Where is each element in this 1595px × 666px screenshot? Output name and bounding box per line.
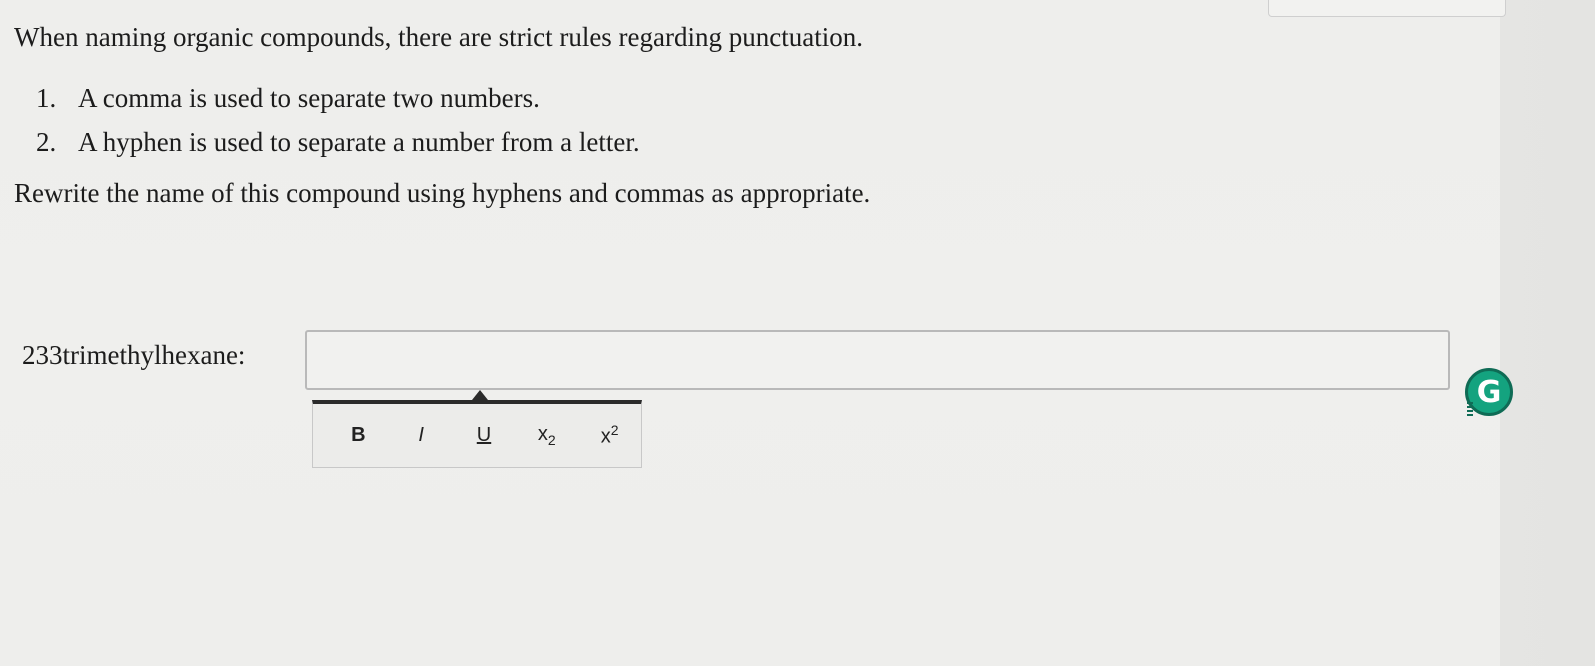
rule-number: 2.: [36, 126, 57, 157]
toolbar-pointer: [472, 390, 488, 400]
rule-number: 1.: [36, 82, 57, 113]
answer-input[interactable]: [305, 330, 1450, 390]
top-tab[interactable]: [1268, 0, 1506, 17]
compound-label: 233trimethylhexane:: [22, 340, 246, 370]
rule-item: 1. A comma is used to separate two numbe…: [36, 76, 640, 120]
rule-text: A hyphen is used to separate a number fr…: [78, 126, 640, 157]
subscript-button[interactable]: x2: [515, 423, 578, 448]
superscript-base: x: [600, 425, 611, 448]
subscript-base: x: [537, 423, 548, 445]
grammarly-drag-handle[interactable]: [1467, 402, 1473, 416]
italic-button[interactable]: I: [390, 424, 453, 447]
rule-text: A comma is used to separate two numbers.: [78, 82, 540, 113]
rules-list: 1. A comma is used to separate two numbe…: [36, 76, 640, 164]
grammarly-label: G: [1476, 374, 1502, 410]
subscript-index: 2: [547, 432, 556, 448]
question-panel: When naming organic compounds, there are…: [0, 0, 1506, 666]
superscript-button[interactable]: x2: [578, 422, 641, 449]
underline-button[interactable]: U: [453, 424, 516, 447]
bold-button[interactable]: B: [327, 424, 390, 447]
formatting-toolbar: B I U x2 x2: [312, 400, 642, 468]
rule-item: 2. A hyphen is used to separate a number…: [36, 120, 640, 164]
superscript-index: 2: [610, 422, 619, 439]
question-instruction: Rewrite the name of this compound using …: [14, 178, 871, 208]
question-intro: When naming organic compounds, there are…: [14, 22, 863, 52]
